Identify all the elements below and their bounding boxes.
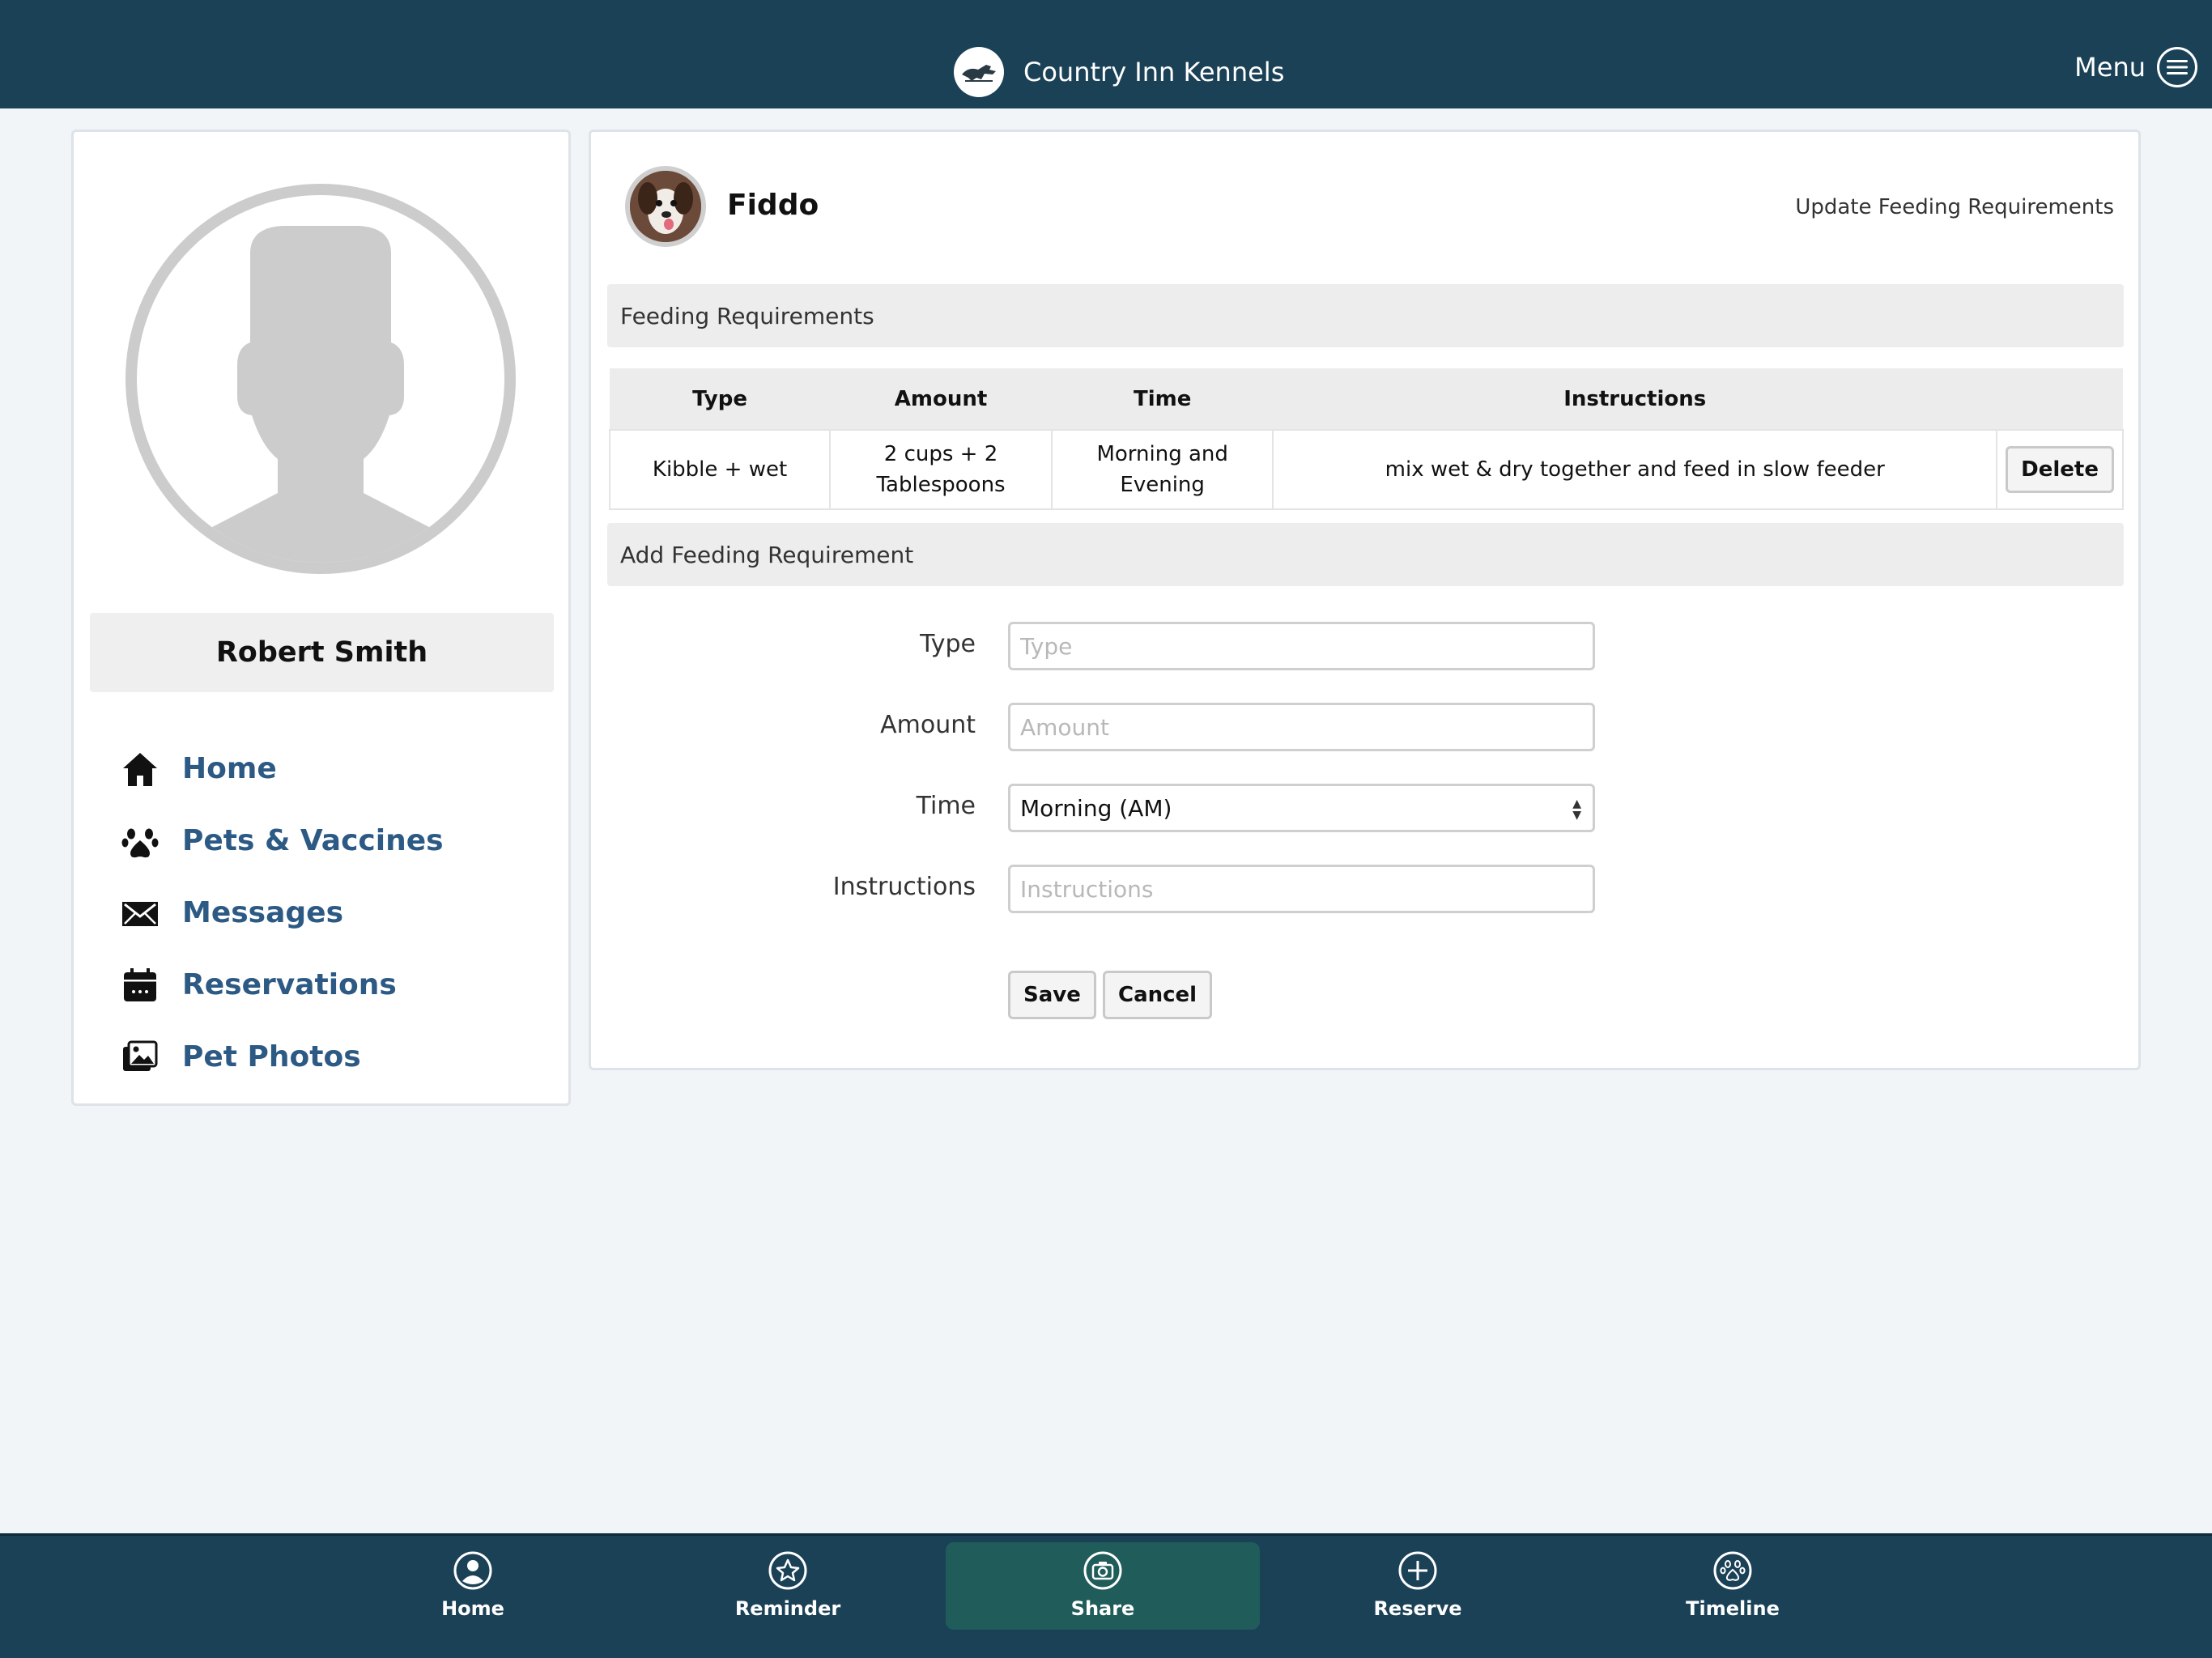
time-label: Time [916,792,976,820]
sidebar-item-messages[interactable]: Messages [121,877,444,949]
add-feeding-requirement-header: Add Feeding Requirement [607,523,2124,586]
form-row-amount: Amount [591,703,2143,751]
bottom-tab-bar: Home Reminder Share Reserve Timeline [0,1533,2212,1658]
tab-reserve[interactable]: Reserve [1261,1542,1575,1630]
column-header-actions [1997,368,2123,430]
top-navigation-bar: Country Inn Kennels Menu [0,0,2212,108]
tab-timeline[interactable]: Timeline [1576,1542,1890,1630]
sidebar-item-label: Pets & Vaccines [182,824,444,857]
amount-line: Tablespoons [876,473,1006,497]
feeding-requirements-table: Type Amount Time Instructions Kibble + w… [608,368,2124,510]
form-row-time: Time Morning (AM) ▲ ▼ [591,784,2143,832]
time-select[interactable]: Morning (AM) ▲ ▼ [1008,784,1595,832]
instructions-input[interactable] [1008,865,1595,913]
sidebar-item-label: Messages [182,896,344,929]
form-row-instructions: Instructions [591,865,2143,913]
sidebar-item-label: Reservations [182,968,397,1001]
camera-icon [1083,1551,1122,1590]
sidebar-item-label: Home [182,752,277,785]
paw-icon [121,822,160,861]
envelope-icon [121,894,160,933]
sidebar-nav: Home Pets & Vaccines Messages Reservatio… [121,733,444,1093]
plus-circle-icon [1398,1551,1437,1590]
select-arrows-icon: ▲ ▼ [1572,797,1581,822]
column-header-amount: Amount [830,368,1052,430]
calendar-icon [121,966,160,1005]
user-name: Robert Smith [90,613,554,692]
form-row-type: Type [591,622,2143,670]
kennel-logo-icon [954,47,1004,97]
column-header-instructions: Instructions [1273,368,1997,430]
home-icon [121,750,160,789]
cell-actions: Delete [1996,429,2124,510]
table-header-row: Type Amount Time Instructions [610,368,2123,430]
cell-instructions: mix wet & dry together and feed in slow … [1272,429,1998,510]
sidebar-item-reservations[interactable]: Reservations [121,949,444,1021]
feeding-requirements-header: Feeding Requirements [607,284,2124,347]
tab-label: Share [1070,1597,1135,1620]
dog-photo-icon [630,171,701,242]
user-silhouette-icon [197,226,445,563]
user-circle-icon [453,1551,492,1590]
update-feeding-requirements-link[interactable]: Update Feeding Requirements [1795,195,2114,219]
star-icon [768,1551,807,1590]
cancel-button[interactable]: Cancel [1103,971,1213,1019]
instructions-label: Instructions [832,873,976,901]
pet-name: Fiddo [727,189,819,222]
app-title: Country Inn Kennels [1023,57,1285,87]
pet-avatar [625,166,706,247]
type-label: Type [920,630,976,658]
amount-line: 2 cups + 2 [883,442,998,466]
tab-reminder[interactable]: Reminder [631,1542,945,1630]
tab-home[interactable]: Home [316,1542,630,1630]
user-avatar [125,184,516,574]
cell-type: Kibble + wet [608,429,832,510]
amount-label: Amount [880,711,976,739]
paw-circle-icon [1713,1551,1752,1590]
cell-amount: 2 cups + 2 Tablespoons [829,429,1053,510]
save-button[interactable]: Save [1008,971,1096,1019]
menu-label: Menu [2074,52,2146,83]
brand[interactable]: Country Inn Kennels [954,45,1284,99]
photos-icon [121,1038,160,1077]
tab-label: Home [441,1597,504,1620]
tab-label: Reserve [1373,1597,1462,1620]
amount-input[interactable] [1008,703,1595,751]
delete-button[interactable]: Delete [2006,446,2114,493]
sidebar-item-pet-photos[interactable]: Pet Photos [121,1021,444,1093]
column-header-type: Type [610,368,831,430]
profile-sidebar: Robert Smith Home Pets & Vaccines Messag… [71,130,571,1106]
menu-button[interactable]: Menu [2074,47,2197,87]
tab-share[interactable]: Share [946,1542,1260,1630]
table-row: Kibble + wet 2 cups + 2 Tablespoons Morn… [608,429,2124,510]
feeding-panel: Fiddo Update Feeding Requirements Feedin… [589,130,2141,1070]
column-header-time: Time [1052,368,1274,430]
sidebar-item-label: Pet Photos [182,1040,361,1073]
time-select-value: Morning (AM) [1020,794,1172,822]
tab-label: Timeline [1686,1597,1780,1620]
tab-label: Reminder [734,1597,841,1620]
sidebar-item-home[interactable]: Home [121,733,444,805]
hamburger-icon [2157,47,2197,87]
cell-time: Morning and Evening [1050,429,1274,510]
sidebar-item-pets-vaccines[interactable]: Pets & Vaccines [121,805,444,877]
type-input[interactable] [1008,622,1595,670]
